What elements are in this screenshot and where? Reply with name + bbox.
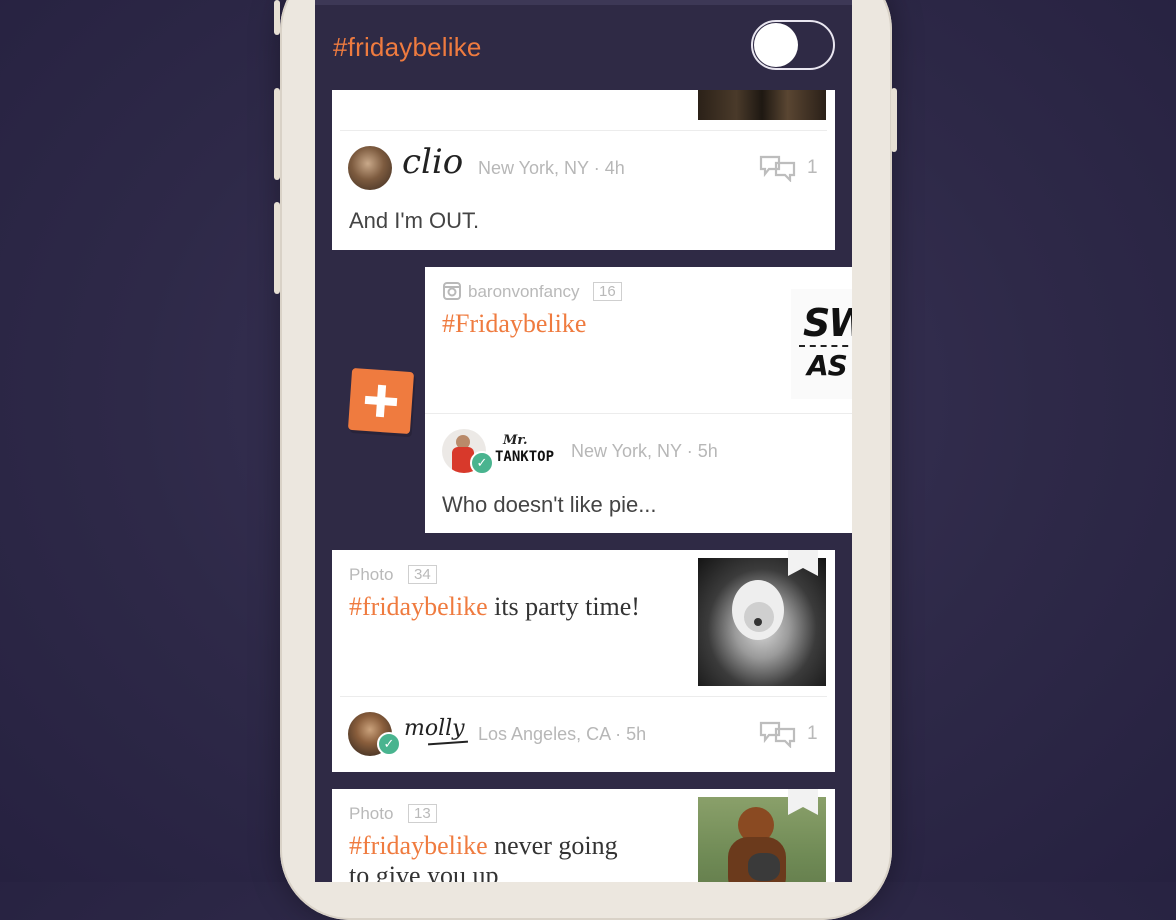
status-bar bbox=[315, 0, 852, 5]
phone-volume-up-button bbox=[274, 88, 280, 180]
post-title-text: its party time! bbox=[487, 592, 640, 621]
post-hashtag[interactable]: #Fridaybelike bbox=[442, 309, 586, 339]
plus-icon bbox=[364, 384, 398, 418]
post-title: #fridaybelike its party time! bbox=[349, 592, 640, 622]
bookmark-icon[interactable] bbox=[788, 550, 818, 581]
post-text: And I'm OUT. bbox=[349, 208, 480, 233]
post-card[interactable]: Photo 34 #fridaybelike its party time! ✓… bbox=[332, 550, 835, 772]
app-screen: #fridaybelike clio New York, NY · 4h 1 A… bbox=[315, 0, 852, 882]
divider bbox=[340, 696, 827, 697]
post-title-line2: to give you up bbox=[349, 861, 499, 882]
comment-icon[interactable] bbox=[759, 154, 797, 187]
view-count: 13 bbox=[408, 804, 437, 823]
phone-volume-down-button bbox=[274, 202, 280, 294]
add-button[interactable] bbox=[347, 367, 415, 435]
view-count: 16 bbox=[593, 282, 622, 301]
verified-icon: ✓ bbox=[377, 732, 401, 756]
image-stroke bbox=[799, 345, 852, 349]
signature-underline bbox=[427, 740, 469, 746]
post-hashtag[interactable]: #fridaybelike bbox=[349, 592, 488, 621]
post-image bbox=[698, 90, 826, 120]
view-count: 34 bbox=[408, 565, 437, 584]
follow-toggle[interactable] bbox=[751, 20, 835, 70]
post-location-time: New York, NY · 5h bbox=[571, 441, 718, 461]
image-text: SW bbox=[803, 301, 852, 345]
author-signature[interactable]: TANKTOP bbox=[495, 449, 554, 465]
image-text: AS bbox=[807, 349, 848, 382]
comment-count: 1 bbox=[807, 157, 818, 178]
avatar[interactable] bbox=[348, 146, 392, 190]
post-card[interactable]: clio New York, NY · 4h 1 And I'm OUT. bbox=[332, 90, 835, 250]
post-title-text: never going bbox=[487, 831, 618, 860]
post-type-label: Photo bbox=[349, 804, 394, 823]
post-image: SW AS bbox=[791, 289, 852, 399]
author-signature[interactable]: clio bbox=[402, 142, 463, 182]
toggle-knob bbox=[754, 23, 798, 67]
post-text: Who doesn't like pie... bbox=[442, 492, 657, 517]
comment-icon[interactable] bbox=[759, 720, 797, 753]
comment-count: 1 bbox=[807, 723, 818, 744]
divider bbox=[340, 130, 827, 131]
page-title: #fridaybelike bbox=[333, 32, 482, 62]
post-title: #fridaybelike never going bbox=[349, 831, 618, 861]
post-card[interactable]: baronvonfancy 16 #Fridaybelike SW AS ✓ M… bbox=[425, 267, 852, 533]
author-signature[interactable]: molly bbox=[404, 716, 465, 741]
post-card[interactable]: Photo 13 #fridaybelike never going to gi… bbox=[332, 789, 835, 882]
phone-power-button bbox=[891, 88, 897, 152]
instagram-icon bbox=[443, 282, 461, 305]
divider bbox=[425, 413, 852, 414]
post-location-time: New York, NY · 4h bbox=[478, 158, 625, 178]
bookmark-icon[interactable] bbox=[788, 789, 818, 820]
verified-icon: ✓ bbox=[470, 451, 494, 475]
source-username[interactable]: baronvonfancy bbox=[468, 282, 580, 302]
post-hashtag[interactable]: #fridaybelike bbox=[349, 831, 488, 860]
phone-side-button bbox=[274, 0, 280, 35]
post-location-time: Los Angeles, CA · 5h bbox=[478, 724, 647, 744]
author-signature[interactable]: Mr. bbox=[503, 433, 528, 448]
post-type-label: Photo bbox=[349, 565, 394, 584]
